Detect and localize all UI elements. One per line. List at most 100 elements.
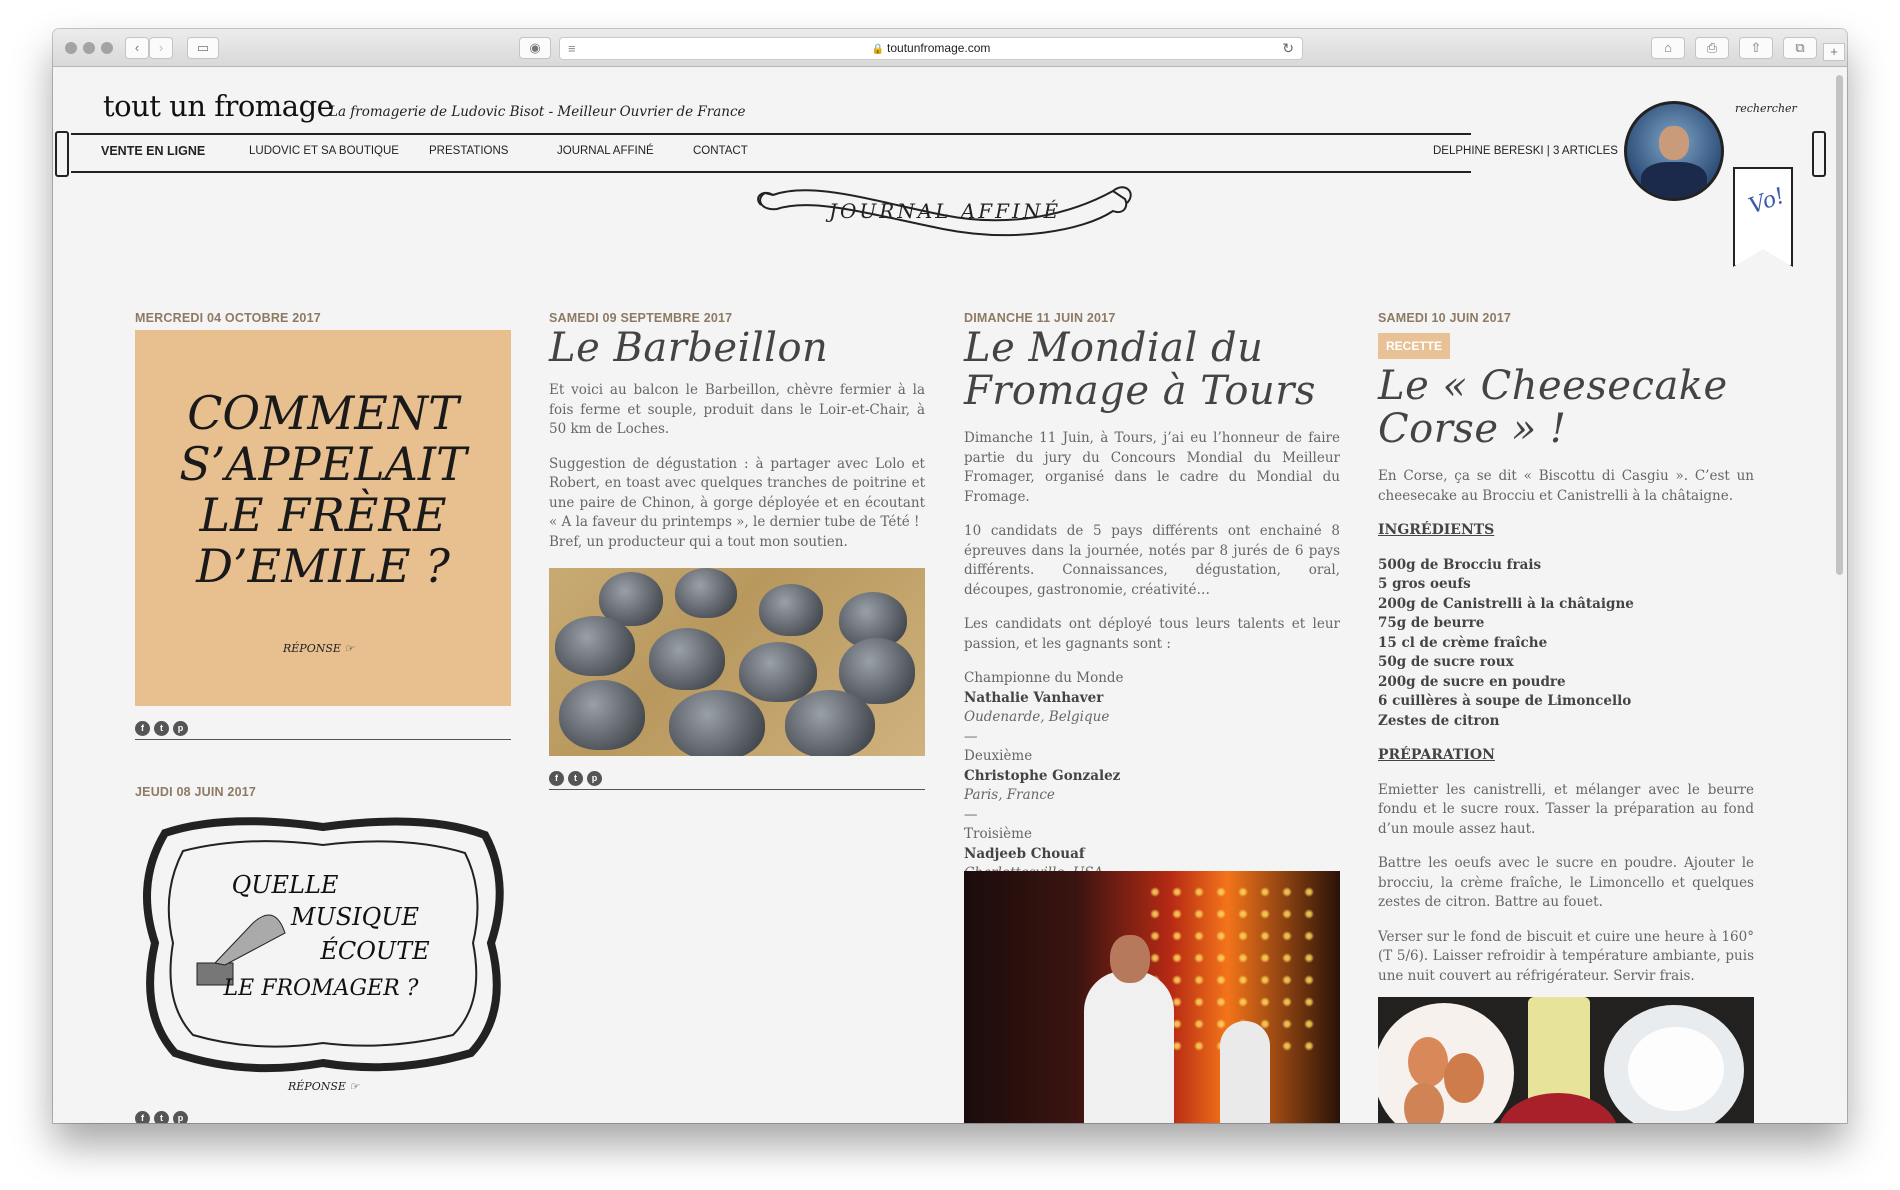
post-title[interactable]: Le Mondial du Fromage à Tours bbox=[964, 327, 1316, 413]
post-title[interactable]: Le « Cheesecake Corse » ! bbox=[1378, 365, 1728, 451]
cheese-shape bbox=[555, 616, 635, 676]
cheesecake-ingredients-photo[interactable] bbox=[1378, 997, 1754, 1123]
chef-head bbox=[1110, 935, 1150, 983]
ingredient: Zestes de citron bbox=[1378, 712, 1500, 729]
share-links: ftp bbox=[135, 1108, 192, 1123]
quiz-line: D’EMILE ? bbox=[196, 539, 450, 593]
paragraph: 10 candidats de 5 pays différents ont en… bbox=[964, 523, 1340, 598]
pinterest-icon[interactable]: p bbox=[587, 771, 602, 786]
print-icon[interactable]: ⎙ bbox=[1695, 37, 1729, 59]
preparation-heading: PRÉPARATION bbox=[1378, 747, 1495, 763]
winner-rank: Deuxième bbox=[964, 748, 1033, 764]
sugar bbox=[1628, 1027, 1724, 1111]
post-body: En Corse, ça se dit « Biscottu di Casgiu… bbox=[1378, 467, 1754, 1001]
woman-figure bbox=[1220, 1021, 1270, 1123]
nav-ludovic-boutique[interactable]: LUDOVIC ET SA BOUTIQUE bbox=[249, 145, 399, 157]
separator: — bbox=[964, 728, 978, 745]
winner-name: Christophe Gonzalez bbox=[964, 767, 1121, 784]
reponse-label: RÉPONSE bbox=[283, 642, 341, 655]
pinterest-icon[interactable]: p bbox=[173, 721, 188, 736]
sidebar-icon[interactable]: ▭ bbox=[187, 37, 219, 59]
ingredients-list: 500g de Brocciu frais 5 gros oeufs 200g … bbox=[1378, 556, 1754, 732]
facebook-icon[interactable]: f bbox=[135, 721, 150, 736]
title-line: Corse » ! bbox=[1378, 406, 1567, 452]
nav-prestations[interactable]: PRESTATIONS bbox=[429, 145, 508, 157]
main-nav: VENTE EN LIGNE LUDOVIC ET SA BOUTIQUE PR… bbox=[71, 133, 1618, 173]
barbeillon-photo[interactable] bbox=[549, 568, 925, 756]
category-tag[interactable]: RECETTE bbox=[1378, 333, 1451, 359]
new-tab-icon[interactable]: + bbox=[1823, 43, 1845, 61]
share-links: ftp bbox=[135, 718, 192, 738]
twitter-icon[interactable]: t bbox=[154, 721, 169, 736]
cheese-shape bbox=[675, 568, 737, 618]
post-body: Dimanche 11 Juin, à Tours, j’ai eu l’hon… bbox=[964, 429, 1340, 884]
reponse-link[interactable]: RÉPONSE ☞ bbox=[288, 1080, 359, 1093]
nav-scroll-left-ornament bbox=[55, 131, 69, 177]
nav-journal-affine[interactable]: JOURNAL AFFINÉ bbox=[557, 145, 654, 157]
pinterest-icon[interactable]: p bbox=[173, 1111, 188, 1123]
site-logo[interactable]: tout un fromage bbox=[103, 89, 334, 123]
author-avatar[interactable] bbox=[1624, 101, 1724, 201]
ingredient: 5 gros oeufs bbox=[1378, 576, 1471, 592]
facebook-icon[interactable]: f bbox=[135, 1111, 150, 1123]
back-icon[interactable]: ‹ bbox=[125, 37, 149, 59]
share-icon[interactable]: ⇧ bbox=[1739, 37, 1773, 59]
reponse-label: RÉPONSE bbox=[288, 1080, 346, 1093]
author-info[interactable]: DELPHINE BERESKI | 3 ARTICLES bbox=[1433, 145, 1618, 157]
tabs-icon[interactable]: ⧉ bbox=[1783, 37, 1817, 59]
limoncello-bottle bbox=[1528, 997, 1590, 1107]
address-bar[interactable]: ≡ 🔒 toutunfromage.com ↻ bbox=[559, 37, 1303, 60]
twitter-icon[interactable]: t bbox=[154, 1111, 169, 1123]
lock-icon: 🔒 bbox=[871, 44, 885, 55]
ingredient: 15 cl de crème fraîche bbox=[1378, 634, 1548, 651]
quiz-question: COMMENT S’APPELAIT LE FRÈRE D’EMILE ? bbox=[135, 388, 511, 592]
privacy-icon[interactable]: ◉ bbox=[519, 37, 551, 59]
forward-icon[interactable]: › bbox=[149, 37, 173, 59]
title-line: Le Mondial du bbox=[964, 325, 1264, 371]
browser-window: ‹ › ▭ ◉ ≡ 🔒 toutunfromage.com ↻ ⌂ ⎙ ⇧ ⧉ +… bbox=[53, 29, 1847, 1123]
paragraph: Battre les oeufs avec le sucre en poudre… bbox=[1378, 855, 1754, 910]
quiz-card-musique[interactable]: QUELLE MUSIQUE ÉCOUTE LE FROMAGER ? RÉPO… bbox=[135, 813, 511, 1103]
nav-contact[interactable]: CONTACT bbox=[693, 145, 748, 157]
quiz-card-emile[interactable]: COMMENT S’APPELAIT LE FRÈRE D’EMILE ? RÉ… bbox=[135, 330, 511, 706]
browser-toolbar: ‹ › ▭ ◉ ≡ 🔒 toutunfromage.com ↻ ⌂ ⎙ ⇧ ⧉ + bbox=[53, 29, 1847, 67]
winner-rank: Troisième bbox=[964, 826, 1032, 842]
mof-badge-ribbon[interactable]: Vo! bbox=[1733, 167, 1793, 267]
quiz-line: QUELLE bbox=[232, 871, 339, 899]
banner-text: JOURNAL AFFINÉ bbox=[825, 199, 1061, 223]
cheese-shape bbox=[785, 690, 875, 756]
red-dish bbox=[1498, 1093, 1618, 1123]
facebook-icon[interactable]: f bbox=[549, 771, 564, 786]
minimize-window-button[interactable] bbox=[83, 42, 95, 54]
page-content: tout un fromage La fromagerie de Ludovic… bbox=[53, 67, 1847, 1123]
close-window-button[interactable] bbox=[65, 42, 77, 54]
mondial-stage-photo[interactable] bbox=[964, 871, 1340, 1123]
avatar-shirt bbox=[1641, 162, 1707, 198]
ingredient: 200g de sucre en poudre bbox=[1378, 673, 1566, 690]
post-title[interactable]: Le Barbeillon bbox=[549, 327, 828, 370]
pointing-hand-icon: ☞ bbox=[349, 1080, 360, 1093]
paragraph: Bref, un producteur qui a tout mon souti… bbox=[549, 533, 848, 550]
reader-icon[interactable]: ≡ bbox=[568, 38, 576, 59]
quiz-line: ÉCOUTE bbox=[319, 936, 430, 965]
post-date: SAMEDI 10 JUIN 2017 bbox=[1378, 311, 1512, 325]
zoom-window-button[interactable] bbox=[101, 42, 113, 54]
ornate-frame-illustration: QUELLE MUSIQUE ÉCOUTE LE FROMAGER ? bbox=[143, 817, 504, 1073]
title-line: Le « Cheesecake bbox=[1378, 363, 1728, 409]
reponse-link[interactable]: RÉPONSE ☞ bbox=[283, 642, 354, 655]
pointing-hand-icon: ☞ bbox=[344, 642, 355, 655]
scrollbar[interactable] bbox=[1836, 75, 1843, 575]
cheese-shape bbox=[759, 584, 823, 636]
cheese-shape bbox=[739, 642, 817, 702]
twitter-icon[interactable]: t bbox=[568, 771, 583, 786]
home-icon[interactable]: ⌂ bbox=[1651, 37, 1685, 59]
nav-vente-en-ligne[interactable]: VENTE EN LIGNE bbox=[101, 144, 205, 158]
share-links: ftp bbox=[549, 768, 606, 788]
avatar-face bbox=[1659, 126, 1689, 160]
reload-icon[interactable]: ↻ bbox=[1282, 38, 1294, 59]
site-tagline: La fromagerie de Ludovic Bisot - Meilleu… bbox=[329, 104, 746, 120]
ingredient: 50g de sucre roux bbox=[1378, 654, 1514, 670]
cheese-shape bbox=[669, 690, 765, 756]
post-date: JEUDI 08 JUIN 2017 bbox=[135, 785, 257, 799]
search-link[interactable]: rechercher bbox=[1735, 102, 1797, 115]
